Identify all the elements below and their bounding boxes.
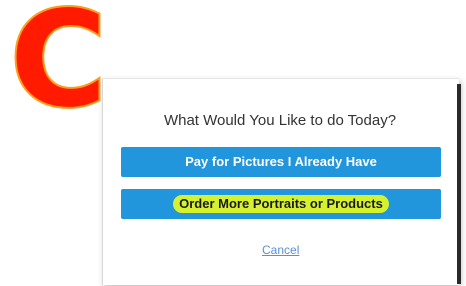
order-more-button[interactable]: Order More Portraits or Products [121, 189, 441, 219]
pay-for-pictures-button[interactable]: Pay for Pictures I Already Have [121, 147, 441, 177]
cancel-link[interactable]: Cancel [262, 243, 299, 257]
dialog-border-edge [457, 84, 461, 284]
annotation-letter: C [8, 0, 109, 137]
pay-button-label: Pay for Pictures I Already Have [185, 154, 377, 169]
screenshot-stage: C What Would You Like to do Today? Pay f… [0, 0, 466, 286]
order-button-label-highlighted: Order More Portraits or Products [173, 195, 389, 213]
dialog-title: What Would You Like to do Today? [163, 112, 397, 129]
